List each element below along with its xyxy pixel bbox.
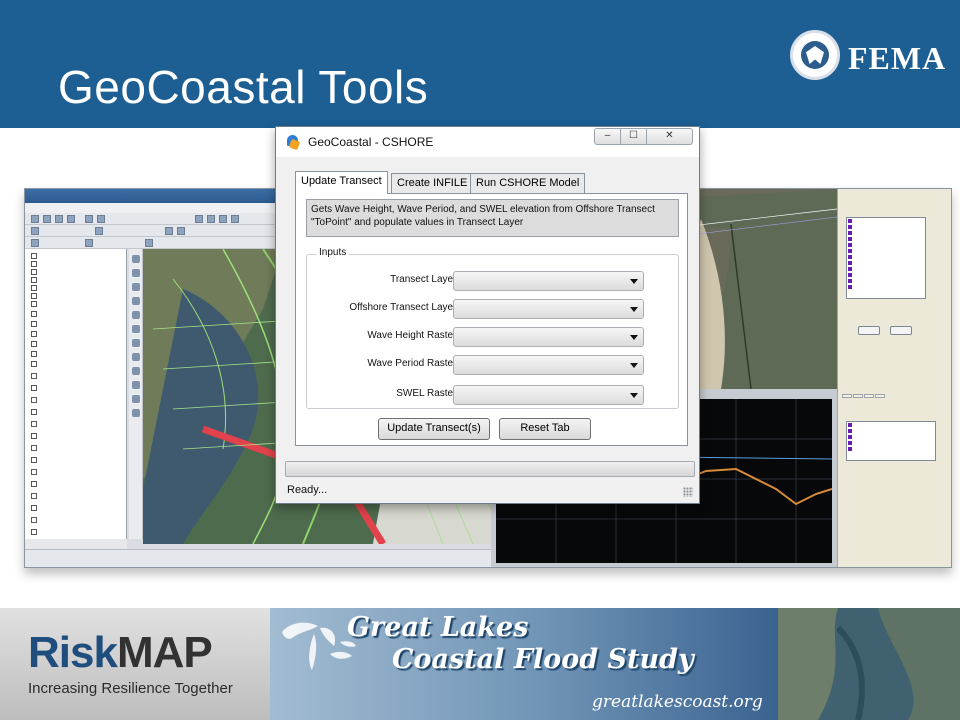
tab-update-transect[interactable]: Update Transect [295, 171, 388, 194]
update-transects-button[interactable]: Update Transect(s) [378, 418, 490, 440]
layer-list [846, 217, 926, 299]
chevron-down-icon [630, 307, 638, 312]
great-lakes-banner: Great Lakes Coastal Flood Study greatlak… [270, 608, 778, 720]
riskmap-logo: RiskMAP [28, 628, 213, 678]
slide: GeoCoastal Tools FEMA GeoCoastal - CSHOR… [0, 0, 960, 720]
riskmap-panel: RiskMAP Increasing Resilience Together [0, 608, 270, 720]
viewer-clear-button [890, 326, 912, 335]
viewer-apply-button [858, 326, 880, 335]
chevron-down-icon [630, 279, 638, 284]
dhs-seal-icon [790, 30, 840, 80]
study-title-line2: Coastal Flood Study [392, 644, 694, 675]
transect-layer-select[interactable] [453, 271, 644, 291]
transect-list [846, 421, 936, 461]
toc-tabs [25, 539, 127, 549]
footer-banner: RiskMAP Increasing Resilience Together G… [0, 608, 960, 720]
tab-create-infile[interactable]: Create INFILE [391, 173, 474, 193]
status-text: Ready... [287, 484, 328, 496]
tab-description: Gets Wave Height, Wave Period, and SWEL … [306, 199, 679, 237]
wave-height-raster-select[interactable] [453, 327, 644, 347]
slide-title: GeoCoastal Tools [58, 61, 429, 113]
geocoastal-app-icon [285, 134, 301, 151]
wave-period-raster-select[interactable] [453, 355, 644, 375]
arcmap-statusbar [25, 549, 491, 567]
dialog-title: GeoCoastal - CSHORE [308, 135, 434, 149]
header-band: GeoCoastal Tools FEMA [0, 0, 960, 128]
tab-run-cshore-model[interactable]: Run CSHORE Model [470, 173, 586, 193]
resize-grip-icon[interactable] [683, 487, 693, 497]
riskmap-logo-risk: Risk [28, 628, 118, 677]
viewer-side-panel [837, 189, 951, 567]
dialog-titlebar: GeoCoastal - CSHORE – ☐ ✕ [276, 127, 699, 157]
reset-tab-button[interactable]: Reset Tab [499, 418, 591, 440]
riskmap-logo-map: MAP [116, 628, 213, 677]
chevron-down-icon [630, 335, 638, 340]
map-tools-column [129, 249, 143, 539]
study-title-line1: Great Lakes [347, 612, 529, 643]
geocoastal-dialog: GeoCoastal - CSHORE – ☐ ✕ Update Transec… [275, 126, 700, 504]
transect-layer-label: Transect Layer : [390, 274, 462, 285]
riskmap-tagline: Increasing Resilience Together [28, 680, 233, 697]
viewer-tabs [842, 394, 950, 403]
table-of-contents [25, 249, 127, 539]
great-lakes-map-icon [282, 622, 356, 670]
offshore-transect-layer-label: Offshore Transect Layer : [349, 302, 462, 313]
swel-raster-select[interactable] [453, 385, 644, 405]
maximize-button[interactable]: ☐ [620, 128, 647, 145]
chevron-down-icon [630, 363, 638, 368]
study-url: greatlakescoast.org [592, 692, 763, 712]
fema-logo: FEMA [848, 40, 947, 76]
wave-period-raster-label: Wave Period Raster : [367, 358, 462, 369]
chevron-down-icon [630, 393, 638, 398]
wave-height-raster-label: Wave Height Raster : [367, 330, 462, 341]
update-transect-panel: Gets Wave Height, Wave Period, and SWEL … [295, 193, 688, 446]
satellite-image [778, 608, 960, 720]
progress-bar [285, 461, 695, 477]
inputs-group-label: Inputs [316, 247, 350, 258]
minimize-button[interactable]: – [594, 128, 621, 145]
close-button[interactable]: ✕ [646, 128, 693, 145]
offshore-transect-layer-select[interactable] [453, 299, 644, 319]
